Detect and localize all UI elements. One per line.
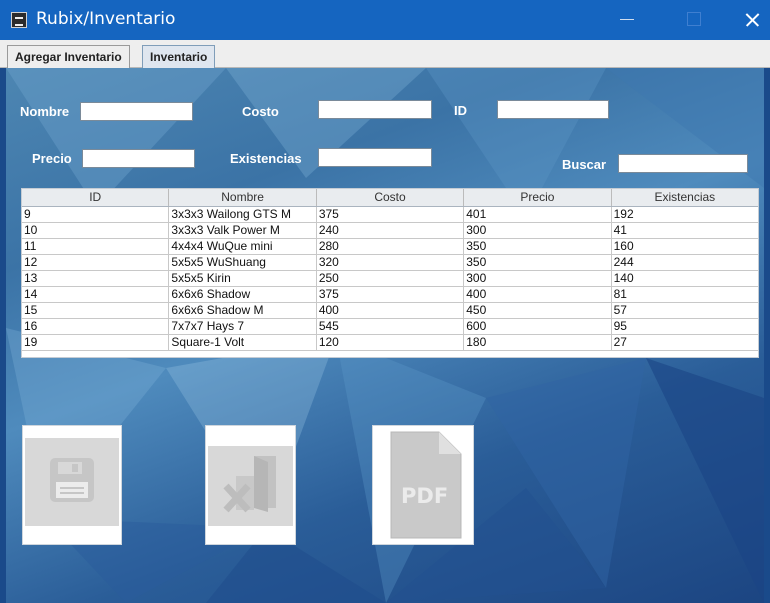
tab-agregar-inventario[interactable]: Agregar Inventario xyxy=(7,45,130,68)
cell-id: 19 xyxy=(22,335,170,350)
cell-nombre: 5x5x5 WuShuang xyxy=(169,255,317,270)
cell-costo: 280 xyxy=(317,239,465,254)
cell-nombre: 7x7x7 Hays 7 xyxy=(169,319,317,334)
table-row[interactable]: 9 3x3x3 Wailong GTS M 375 401 192 xyxy=(22,207,758,223)
tab-inventario[interactable]: Inventario xyxy=(142,45,216,68)
cell-costo: 545 xyxy=(317,319,465,334)
cell-precio: 350 xyxy=(464,255,612,270)
id-label: ID xyxy=(454,103,467,118)
precio-field[interactable] xyxy=(82,149,195,168)
cell-nombre: 5x5x5 Kirin xyxy=(169,271,317,286)
costo-label: Costo xyxy=(242,104,279,119)
id-field[interactable] xyxy=(497,100,609,119)
floppy-disk-icon xyxy=(50,458,94,502)
cell-existencias: 27 xyxy=(613,335,627,349)
cell-existencias: 57 xyxy=(613,303,627,317)
costo-field[interactable] xyxy=(318,100,432,119)
cell-costo: 120 xyxy=(317,335,465,350)
cell-nombre: 6x6x6 Shadow xyxy=(169,287,317,302)
column-header-existencias[interactable]: Existencias xyxy=(612,189,758,206)
table-row[interactable]: 13 5x5x5 Kirin 250 300 140 xyxy=(22,271,758,287)
table-row[interactable]: 19 Square-1 Volt 120 180 27 xyxy=(22,335,758,351)
cell-precio: 300 xyxy=(464,271,612,286)
cell-existencias: 244 xyxy=(613,255,634,269)
maximize-button[interactable] xyxy=(687,12,701,26)
buscar-label: Buscar xyxy=(562,157,607,172)
delete-button-face xyxy=(208,446,293,526)
cell-existencias: 160 xyxy=(613,239,634,253)
cell-precio: 300 xyxy=(464,223,612,238)
window-titlebar: Rubix/Inventario xyxy=(0,0,770,40)
column-header-costo[interactable]: Costo xyxy=(317,189,465,206)
cell-id: 9 xyxy=(22,207,170,222)
cell-precio: 180 xyxy=(464,335,612,350)
save-button-face xyxy=(25,438,119,526)
cell-id: 10 xyxy=(22,223,170,238)
cell-precio: 600 xyxy=(464,319,612,334)
cell-costo: 375 xyxy=(317,207,465,222)
cell-nombre: 4x4x4 WuQue mini xyxy=(169,239,317,254)
app-icon xyxy=(11,12,27,28)
cell-existencias: 81 xyxy=(613,287,627,301)
cell-existencias: 140 xyxy=(613,271,634,285)
nombre-field[interactable] xyxy=(80,102,193,121)
export-pdf-button[interactable]: PDF xyxy=(372,425,474,545)
cell-id: 14 xyxy=(22,287,170,302)
existencias-field[interactable] xyxy=(318,148,432,167)
tab-strip: Agregar Inventario Inventario xyxy=(0,40,770,68)
precio-label: Precio xyxy=(32,151,72,166)
cell-id: 11 xyxy=(22,239,170,254)
cell-precio: 350 xyxy=(464,239,612,254)
cell-nombre: 3x3x3 Valk Power M xyxy=(169,223,317,238)
cell-nombre: Square-1 Volt xyxy=(169,335,317,350)
minimize-button[interactable] xyxy=(620,19,634,20)
delete-button[interactable] xyxy=(205,425,296,545)
cell-id: 12 xyxy=(22,255,170,270)
cell-id: 13 xyxy=(22,271,170,286)
column-header-id[interactable]: ID xyxy=(22,189,170,206)
main-panel: Nombre Costo ID Precio Existencias Busca… xyxy=(6,68,764,603)
pdf-label: PDF xyxy=(401,484,449,508)
table-row[interactable]: 10 3x3x3 Valk Power M 240 300 41 xyxy=(22,223,758,239)
nombre-label: Nombre xyxy=(20,104,70,119)
delete-file-icon xyxy=(223,456,276,513)
table-header: ID Nombre Costo Precio Existencias xyxy=(22,189,758,207)
save-button[interactable] xyxy=(22,425,122,545)
inventory-table: ID Nombre Costo Precio Existencias 9 3x3… xyxy=(21,188,759,358)
column-header-nombre[interactable]: Nombre xyxy=(169,189,317,206)
cell-nombre: 3x3x3 Wailong GTS M xyxy=(169,207,317,222)
existencias-label: Existencias xyxy=(230,151,302,166)
cell-costo: 240 xyxy=(317,223,465,238)
cell-id: 15 xyxy=(22,303,170,318)
table-row[interactable]: 12 5x5x5 WuShuang 320 350 244 xyxy=(22,255,758,271)
cell-id: 16 xyxy=(22,319,170,334)
cell-costo: 375 xyxy=(317,287,465,302)
cell-costo: 320 xyxy=(317,255,465,270)
cell-nombre: 6x6x6 Shadow M xyxy=(169,303,317,318)
cell-precio: 400 xyxy=(464,287,612,302)
cell-costo: 250 xyxy=(317,271,465,286)
table-row[interactable]: 14 6x6x6 Shadow 375 400 81 xyxy=(22,287,758,303)
cell-existencias: 95 xyxy=(613,319,627,333)
table-row[interactable]: 11 4x4x4 WuQue mini 280 350 160 xyxy=(22,239,758,255)
table-row[interactable]: 15 6x6x6 Shadow M 400 450 57 xyxy=(22,303,758,319)
cell-costo: 400 xyxy=(317,303,465,318)
window-title: Rubix/Inventario xyxy=(36,9,176,29)
column-header-precio[interactable]: Precio xyxy=(464,189,612,206)
cell-precio: 401 xyxy=(464,207,612,222)
cell-precio: 450 xyxy=(464,303,612,318)
buscar-field[interactable] xyxy=(618,154,748,173)
cell-existencias: 192 xyxy=(613,207,634,221)
cell-existencias: 41 xyxy=(613,223,627,237)
table-row[interactable]: 16 7x7x7 Hays 7 545 600 95 xyxy=(22,319,758,335)
close-button[interactable] xyxy=(740,8,764,32)
